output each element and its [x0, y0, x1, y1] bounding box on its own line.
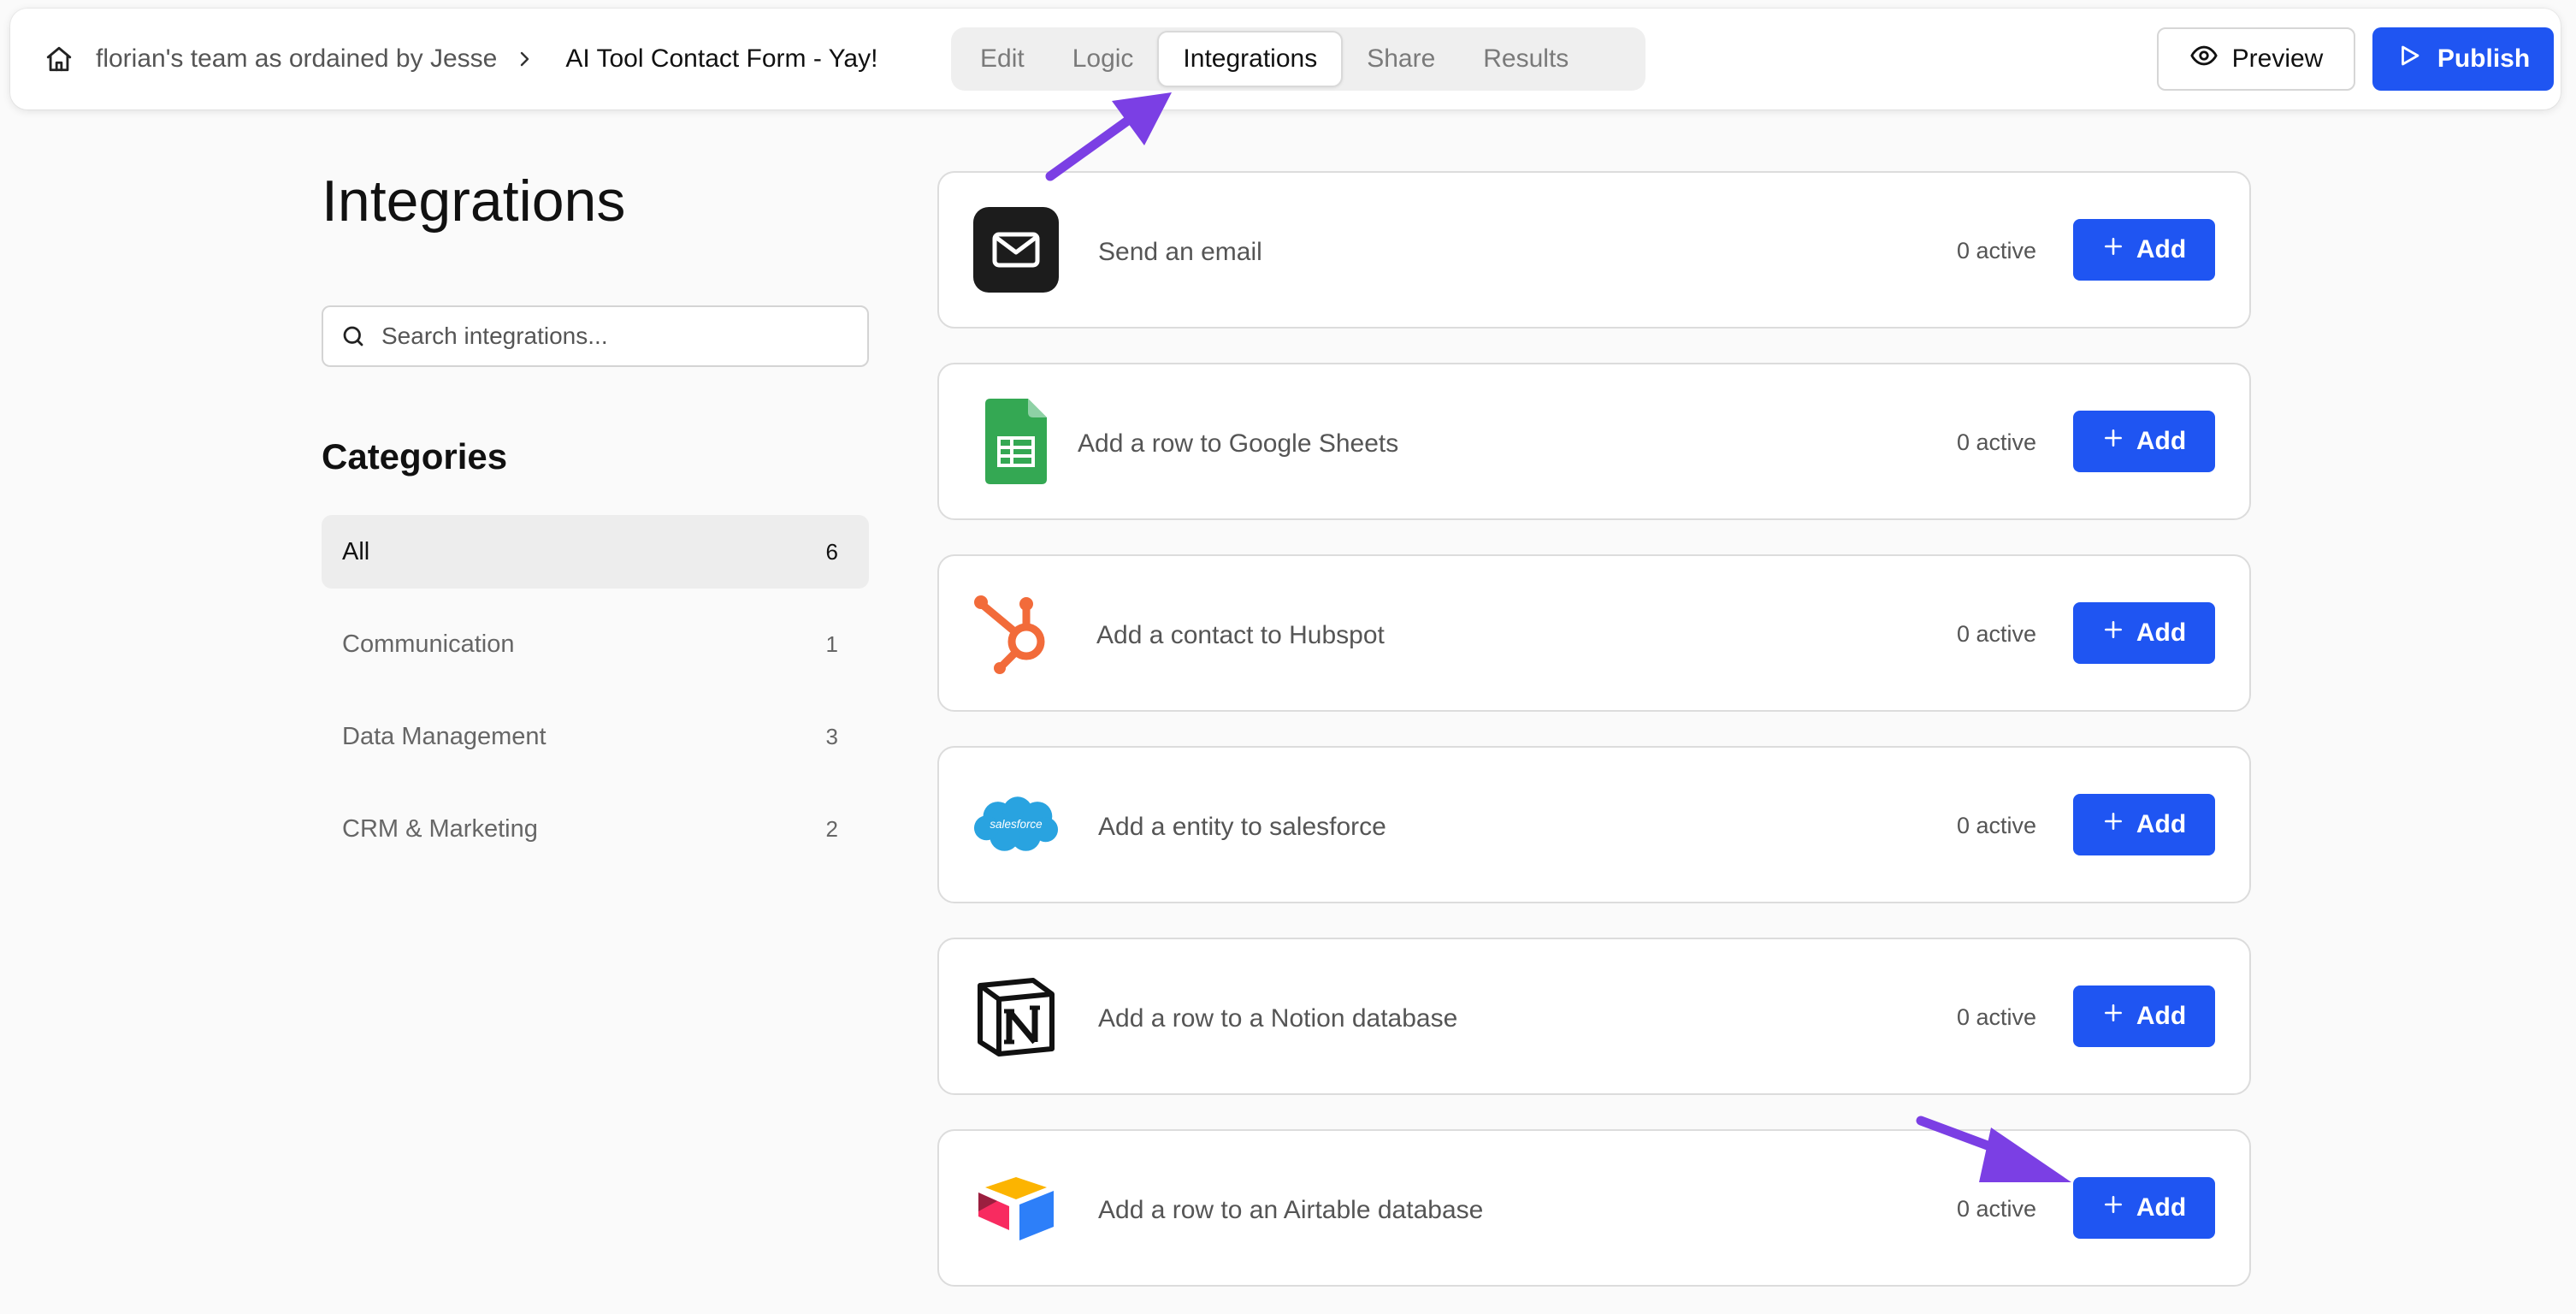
category-label: All: [342, 537, 370, 565]
plus-icon: [2102, 1193, 2124, 1222]
breadcrumb-team[interactable]: florian's team as ordained by Jesse: [96, 44, 497, 74]
tab-logic[interactable]: Logic: [1049, 31, 1158, 87]
integration-label: Add a contact to Hubspot: [1096, 621, 1385, 649]
chevron-right-icon: [514, 44, 545, 74]
category-crm-marketing[interactable]: CRM & Marketing 2: [322, 792, 869, 866]
integration-label: Add a entity to salesforce: [1098, 813, 1386, 841]
salesforce-icon: salesforce: [973, 782, 1059, 867]
add-email-button[interactable]: Add: [2073, 219, 2215, 281]
active-count: 0 active: [1957, 1196, 2037, 1222]
notion-icon: [973, 974, 1059, 1059]
add-google-sheets-button[interactable]: Add: [2073, 411, 2215, 472]
integration-label: Add a row to Google Sheets: [1078, 429, 1399, 458]
category-all[interactable]: All 6: [322, 515, 869, 589]
category-count: 1: [825, 630, 838, 657]
integration-card-notion: Add a row to a Notion database 0 active …: [937, 938, 2251, 1095]
add-label: Add: [2136, 235, 2187, 263]
integration-card-airtable: Add a row to an Airtable database 0 acti…: [937, 1129, 2251, 1287]
integration-list: Send an email 0 active Add Add a row to …: [937, 171, 2251, 1314]
tab-results[interactable]: Results: [1459, 31, 1592, 87]
add-label: Add: [2136, 427, 2187, 455]
plus-icon: [2102, 235, 2124, 264]
active-count: 0 active: [1957, 1004, 2037, 1030]
airtable-icon: [973, 1165, 1059, 1251]
integration-label: Add a row to a Notion database: [1098, 1004, 1458, 1033]
hubspot-icon: [973, 590, 1059, 676]
category-data-management[interactable]: Data Management 3: [322, 700, 869, 773]
tab-bar: Edit Logic Integrations Share Results: [951, 27, 1645, 91]
active-count: 0 active: [1957, 429, 2037, 455]
page-title: Integrations: [322, 169, 626, 234]
email-icon: [973, 207, 1059, 293]
categories-heading: Categories: [322, 436, 508, 476]
active-count: 0 active: [1957, 621, 2037, 647]
home-icon[interactable]: [44, 40, 82, 78]
top-bar: florian's team as ordained by Jesse AI T…: [10, 9, 2561, 110]
integration-card-salesforce: salesforce Add a entity to salesforce 0 …: [937, 746, 2251, 903]
integration-card-hubspot: Add a contact to Hubspot 0 active Add: [937, 554, 2251, 712]
integration-card-google-sheets: Add a row to Google Sheets 0 active Add: [937, 363, 2251, 520]
category-count: 6: [825, 538, 838, 565]
plus-icon: [2102, 619, 2124, 648]
category-label: CRM & Marketing: [342, 814, 538, 843]
publish-button[interactable]: Publish: [2372, 27, 2554, 91]
active-count: 0 active: [1957, 813, 2037, 838]
preview-button[interactable]: Preview: [2157, 27, 2355, 91]
add-hubspot-button[interactable]: Add: [2073, 602, 2215, 664]
category-count: 2: [825, 815, 838, 842]
category-label: Data Management: [342, 722, 547, 750]
tab-share[interactable]: Share: [1343, 31, 1459, 87]
eye-icon: [2189, 41, 2219, 77]
active-count: 0 active: [1957, 238, 2037, 263]
integration-card-email: Send an email 0 active Add: [937, 171, 2251, 328]
tab-integrations[interactable]: Integrations: [1157, 31, 1344, 87]
google-sheets-icon: [973, 399, 1059, 484]
play-icon: [2396, 43, 2422, 75]
search-field[interactable]: [322, 305, 869, 367]
tab-edit[interactable]: Edit: [956, 31, 1049, 87]
search-input[interactable]: [381, 323, 860, 350]
plus-icon: [2102, 427, 2124, 456]
add-notion-button[interactable]: Add: [2073, 986, 2215, 1047]
plus-icon: [2102, 810, 2124, 839]
add-label: Add: [2136, 810, 2187, 838]
search-icon: [340, 322, 369, 351]
breadcrumb: florian's team as ordained by Jesse AI T…: [44, 9, 877, 110]
integration-label: Send an email: [1098, 238, 1262, 266]
category-communication[interactable]: Communication 1: [322, 607, 869, 681]
add-label: Add: [2136, 619, 2187, 647]
add-label: Add: [2136, 1002, 2187, 1030]
add-salesforce-button[interactable]: Add: [2073, 794, 2215, 855]
add-airtable-button[interactable]: Add: [2073, 1177, 2215, 1239]
category-count: 3: [825, 723, 838, 749]
category-label: Communication: [342, 630, 515, 658]
category-list: All 6 Communication 1 Data Management 3 …: [322, 515, 869, 885]
breadcrumb-form-name[interactable]: AI Tool Contact Form - Yay!: [565, 44, 877, 74]
add-label: Add: [2136, 1193, 2187, 1222]
integration-label: Add a row to an Airtable database: [1098, 1196, 1484, 1224]
salesforce-wordmark: salesforce: [990, 818, 1042, 831]
preview-label: Preview: [2231, 44, 2324, 73]
publish-label: Publish: [2437, 44, 2531, 73]
plus-icon: [2102, 1002, 2124, 1031]
